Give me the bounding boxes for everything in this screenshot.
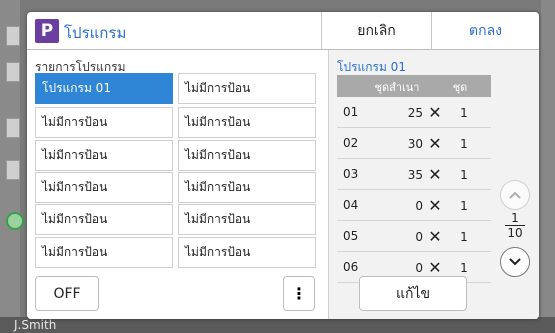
dialog-title: โปรแกรม [64, 24, 127, 42]
dialog-titlebar: P โปรแกรม ยกเลิก ตกลง [27, 12, 539, 50]
row-sets: 1 [460, 230, 468, 244]
row-copies: 30 [407, 137, 423, 151]
row-copies: 35 [407, 168, 423, 182]
more-menu-button[interactable]: ⋮ [283, 276, 315, 311]
row-index: 04 [343, 198, 359, 212]
row-sets: 1 [460, 168, 468, 182]
table-row: 04 0 ✕ 1 [337, 190, 491, 221]
program-detail-panel: โปรแกรม 01 ชุดสำเนา ชุด 01 25 ✕ 1 02 30 … [328, 50, 539, 319]
program-dialog: P โปรแกรม ยกเลิก ตกลง รายการโปรแกรม โปรแ… [27, 12, 539, 319]
program-item-selected[interactable]: โปรแกรม 01 [35, 73, 173, 104]
background-right-strip [541, 0, 555, 333]
table-row: 05 0 ✕ 1 [337, 221, 491, 252]
program-item[interactable]: ไม่มีการป้อน [178, 73, 316, 104]
row-sets: 1 [460, 199, 468, 213]
program-item[interactable]: ไม่มีการป้อน [178, 204, 316, 235]
ok-button[interactable]: ตกลง [431, 12, 539, 50]
page-total: 10 [507, 226, 523, 240]
background-user-name: J.Smith [14, 318, 57, 332]
row-copies: 0 [415, 230, 423, 244]
page-up-button[interactable] [500, 180, 530, 210]
row-sets: 1 [460, 261, 468, 275]
row-sets: 1 [460, 106, 468, 120]
program-item[interactable]: ไม่มีการป้อน [178, 107, 316, 138]
multiply-icon: ✕ [428, 227, 442, 246]
background-status-bar: J.Smith [0, 317, 555, 333]
table-row: 01 25 ✕ 1 [337, 97, 491, 128]
background-check-icon [6, 212, 24, 230]
background-tab [6, 62, 20, 82]
row-copies: 25 [407, 106, 423, 120]
detail-table: ชุดสำเนา ชุด 01 25 ✕ 1 02 30 ✕ 1 03 35 ✕… [337, 75, 491, 283]
row-copies: 0 [415, 199, 423, 213]
row-sets: 1 [460, 137, 468, 151]
program-item[interactable]: ไม่มีการป้อน [178, 172, 316, 203]
row-copies: 0 [415, 261, 423, 275]
program-item[interactable]: ไม่มีการป้อน [178, 237, 316, 268]
multiply-icon: ✕ [428, 196, 442, 215]
program-item[interactable]: ไม่มีการป้อน [35, 204, 173, 235]
program-item[interactable]: ไม่มีการป้อน [35, 140, 173, 171]
row-index: 05 [343, 229, 359, 243]
background-tab [6, 118, 20, 138]
multiply-icon: ✕ [428, 165, 442, 184]
off-button[interactable]: OFF [35, 276, 99, 311]
program-app-icon: P [35, 19, 59, 43]
row-index: 01 [343, 105, 359, 119]
row-index: 03 [343, 167, 359, 181]
header-sets: ชุด [452, 81, 468, 94]
row-index: 02 [343, 136, 359, 150]
cancel-button[interactable]: ยกเลิก [321, 12, 431, 50]
table-row: 03 35 ✕ 1 [337, 159, 491, 190]
row-index: 06 [343, 260, 359, 274]
program-item[interactable]: ไม่มีการป้อน [35, 237, 173, 268]
table-row: 02 30 ✕ 1 [337, 128, 491, 159]
program-item[interactable]: ไม่มีการป้อน [35, 107, 173, 138]
page-current: 1 [511, 211, 519, 225]
more-vertical-icon: ⋮ [291, 284, 307, 303]
chevron-down-icon [509, 258, 521, 266]
background-tab [6, 26, 20, 46]
header-copies: ชุดสำเนา [374, 81, 420, 94]
program-item[interactable]: ไม่มีการป้อน [35, 172, 173, 203]
background-tab [6, 160, 20, 180]
page-down-button[interactable] [500, 247, 530, 277]
program-item[interactable]: ไม่มีการป้อน [178, 140, 316, 171]
multiply-icon: ✕ [428, 258, 442, 277]
multiply-icon: ✕ [428, 103, 442, 122]
edit-button[interactable]: แก้ไข [359, 276, 467, 311]
detail-table-header: ชุดสำเนา ชุด [337, 75, 491, 97]
multiply-icon: ✕ [428, 134, 442, 153]
chevron-up-icon [509, 191, 521, 199]
